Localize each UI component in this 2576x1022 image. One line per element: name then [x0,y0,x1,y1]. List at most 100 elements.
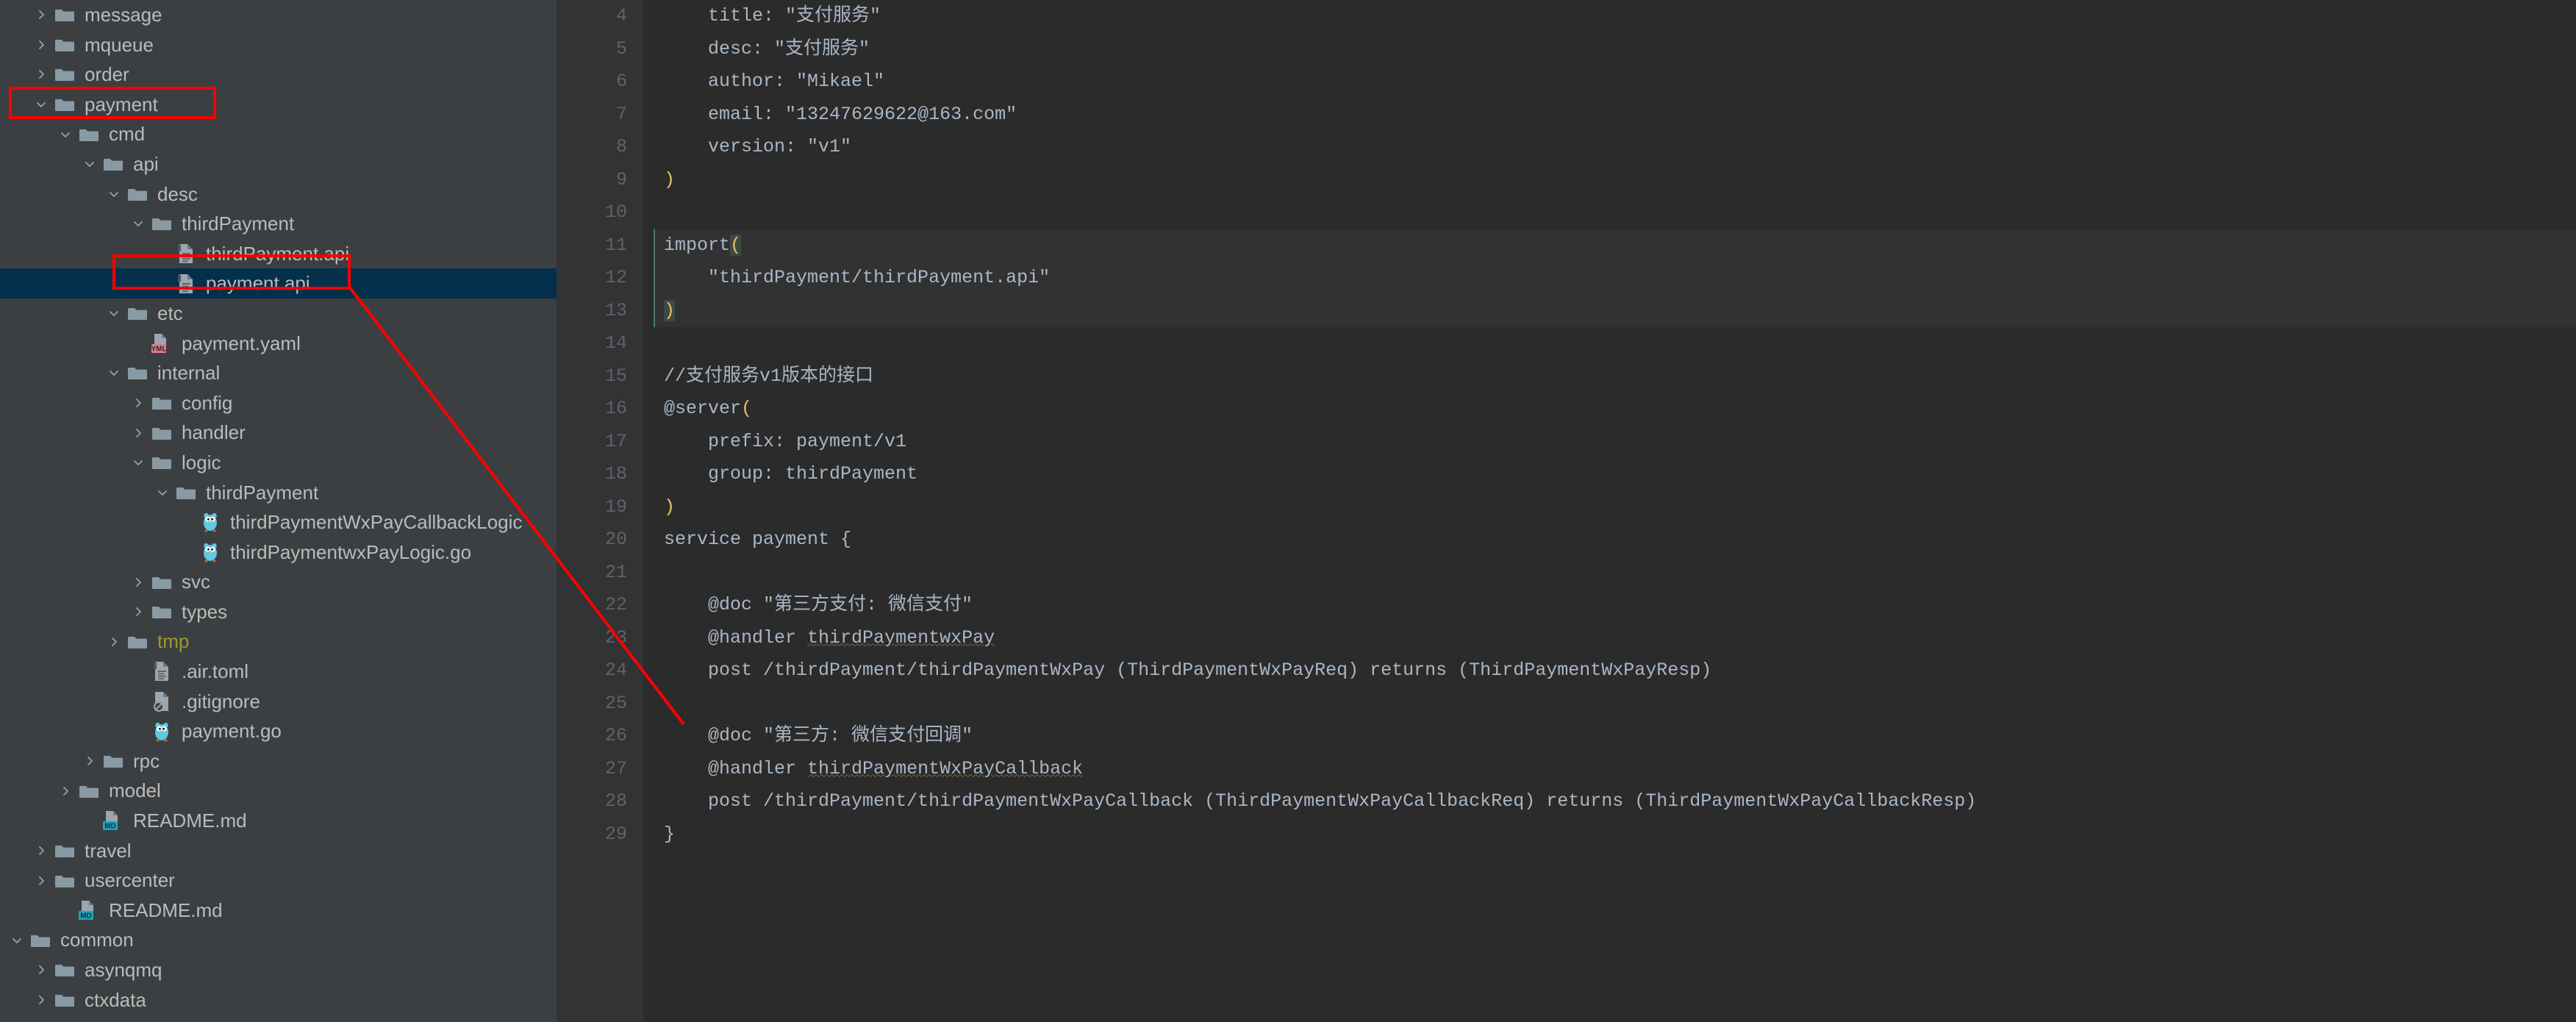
code-line[interactable]: @handler thirdPaymentwxPay [654,622,2576,655]
chevron-right-icon[interactable] [127,426,149,440]
code-line[interactable]: post /thirdPayment/thirdPaymentWxPay (Th… [654,654,2576,687]
file-tree[interactable]: message mqueue order payment cmd api desc third… [0,0,557,1022]
tree-item-tmp[interactable]: tmp [0,626,557,657]
chevron-down-icon[interactable] [79,157,101,171]
chevron-right-icon[interactable] [127,576,149,589]
code-line[interactable] [654,327,2576,360]
code-line[interactable] [654,196,2576,229]
code-line[interactable]: service payment { [654,523,2576,557]
tree-item-readme-md[interactable]: MD README.md [0,896,557,926]
tree-item-desc[interactable]: desc [0,179,557,210]
code-line[interactable] [654,557,2576,590]
tree-item-model[interactable]: model [0,776,557,806]
code-line[interactable]: desc: "支付服务" [654,33,2576,66]
chevron-down-icon[interactable] [127,456,149,469]
chevron-right-icon[interactable] [30,38,52,51]
tree-item-label: handler [182,421,246,444]
folder-icon [173,485,198,501]
line-number: 6 [615,71,627,92]
code-line[interactable]: @doc "第三方: 微信支付回调" [654,720,2576,753]
tree-item-logic[interactable]: logic [0,448,557,478]
chevron-right-icon[interactable] [30,68,52,81]
tree-item-air-toml[interactable]: .air.toml [0,657,557,687]
tree-item-thirdpaymentwxpaycallbacklogic[interactable]: thirdPaymentWxPayCallbackLogic [0,507,557,537]
tree-item-cmd[interactable]: cmd [0,119,557,149]
code-line[interactable]: ) [654,164,2576,197]
tree-item-thirdpayment-api[interactable]: thirdPayment.api [0,239,557,269]
chevron-right-icon[interactable] [30,844,52,857]
tree-item-payment-api[interactable]: payment.api [0,268,557,299]
code-line[interactable]: prefix: payment/v1 [654,426,2576,459]
code-line[interactable]: ) [654,491,2576,524]
line-number: 12 [604,267,627,288]
tree-item-label: usercenter [85,869,175,892]
chevron-right-icon[interactable] [127,605,149,618]
code-content-area[interactable]: title: "支付服务" desc: "支付服务" author: "Mika… [643,0,2576,1022]
tree-item-internal[interactable]: internal [0,358,557,388]
code-line[interactable]: group: thirdPayment [654,458,2576,491]
chevron-down-icon[interactable] [103,366,125,379]
chevron-right-icon[interactable] [30,963,52,976]
code-line[interactable]: "thirdPayment/thirdPayment.api" [654,262,2576,295]
tree-item-etc[interactable]: etc [0,299,557,329]
tree-item-mqueue[interactable]: mqueue [0,30,557,60]
code-line[interactable]: //支付服务v1版本的接口 [654,360,2576,393]
chevron-right-icon[interactable] [54,785,76,798]
tree-item-thirdpaymentwxpaylogic-go[interactable]: thirdPaymentwxPayLogic.go [0,537,557,568]
code-line[interactable]: @handler thirdPaymentWxPayCallback [654,753,2576,786]
tree-item-ctxdata[interactable]: ctxdata [0,985,557,1015]
tree-item-travel[interactable]: travel [0,836,557,866]
tree-item-common[interactable]: common [0,925,557,955]
chevron-right-icon[interactable] [103,635,125,648]
code-line[interactable]: version: "v1" [654,131,2576,164]
chevron-down-icon[interactable] [6,934,28,947]
code-line[interactable]: } [654,818,2576,851]
code-line[interactable]: post /thirdPayment/thirdPaymentWxPayCall… [654,785,2576,818]
tree-item-order[interactable]: order [0,60,557,90]
tree-item-thirdpayment[interactable]: thirdPayment [0,478,557,508]
tree-item-types[interactable]: types [0,597,557,627]
tree-item-handler[interactable]: handler [0,418,557,448]
code-line[interactable]: author: "Mikael" [654,65,2576,99]
code-line[interactable]: title: "支付服务" [654,0,2576,33]
code-line[interactable]: ) [654,294,2576,327]
tree-item-svc[interactable]: svc [0,567,557,597]
chevron-down-icon[interactable] [151,486,173,499]
chevron-down-icon[interactable] [127,217,149,230]
code-line[interactable]: @doc "第三方支付: 微信支付" [654,589,2576,622]
tree-item-asynqmq[interactable]: asynqmq [0,955,557,985]
tree-item-gitignore[interactable]: .gitignore [0,687,557,717]
chevron-right-icon[interactable] [30,8,52,21]
chevron-right-icon[interactable] [30,993,52,1007]
chevron-right-icon[interactable] [30,874,52,887]
chevron-right-icon[interactable] [127,396,149,410]
tree-item-label: mqueue [85,33,154,56]
tree-item-message[interactable]: message [0,0,557,30]
folder-icon [149,604,174,620]
chevron-down-icon[interactable] [103,307,125,320]
chevron-down-icon[interactable] [103,187,125,201]
tree-item-thirdpayment[interactable]: thirdPayment [0,209,557,239]
code-editor-panel[interactable]: 4 5 6 7 8 9 10 11 12 13 14 15 16 17 18 19 20 21 22 23 24 25 26… [557,0,2576,1022]
code-line[interactable]: @server( [654,393,2576,426]
chevron-down-icon[interactable] [54,128,76,141]
tree-item-usercenter[interactable]: usercenter [0,865,557,896]
tree-item-payment-yaml[interactable]: YML payment.yaml [0,329,557,359]
tree-item-payment-go[interactable]: payment.go [0,716,557,746]
code-line[interactable] [654,687,2576,721]
code-line[interactable]: email: "13247629622@163.com" [654,99,2576,132]
line-number: 22 [604,594,627,615]
tree-item-config[interactable]: config [0,388,557,418]
tree-item-api[interactable]: api [0,149,557,179]
tree-item-payment[interactable]: payment [0,90,557,120]
line-number: 14 [604,332,627,354]
tree-item-globalkey[interactable]: globalkey [0,1015,557,1022]
chevron-down-icon[interactable] [30,98,52,111]
folder-icon [125,365,150,381]
tree-item-readme-md[interactable]: MD README.md [0,806,557,836]
chevron-right-icon[interactable] [79,754,101,768]
folder-icon [52,843,77,859]
project-file-tree-panel[interactable]: message mqueue order payment cmd api desc third… [0,0,557,1022]
tree-item-rpc[interactable]: rpc [0,746,557,776]
code-line[interactable]: import( [654,229,2576,262]
